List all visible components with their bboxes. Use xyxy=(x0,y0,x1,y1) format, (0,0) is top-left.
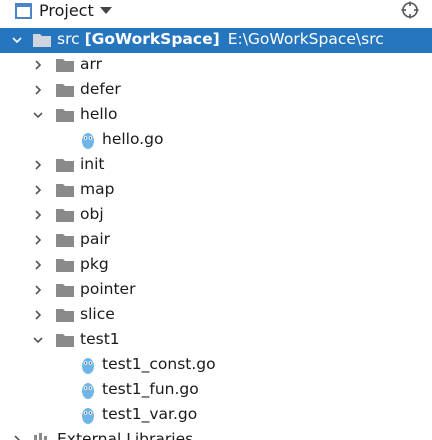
folder-icon xyxy=(56,159,74,172)
chevron-down-icon[interactable] xyxy=(100,7,112,14)
folder-icon xyxy=(56,84,74,97)
folder-icon xyxy=(56,209,74,222)
tree-item-src-root[interactable]: src [GoWorkSpace] E:\GoWorkSpace\src xyxy=(0,28,432,53)
tree-item-pair[interactable]: pair xyxy=(0,228,432,253)
go-gopher-file-icon xyxy=(82,358,94,374)
go-gopher-file-icon xyxy=(82,408,94,424)
chevron-right-icon[interactable] xyxy=(32,284,44,296)
chevron-right-icon[interactable] xyxy=(11,434,23,440)
tree-item-label: test1_const.go xyxy=(102,355,216,373)
tree-item-label: map xyxy=(80,180,115,198)
folder-icon xyxy=(56,234,74,247)
tree-item-label: test1_var.go xyxy=(102,405,198,423)
crosshair-gear-icon[interactable] xyxy=(401,1,419,19)
tree-item-label: pointer xyxy=(80,280,136,298)
tree-item-pkg[interactable]: pkg xyxy=(0,253,432,278)
project-tool-window-header: Project xyxy=(0,0,432,24)
tree-item-label: init xyxy=(80,155,105,173)
folder-icon xyxy=(56,184,74,197)
tree-item-pointer[interactable]: pointer xyxy=(0,278,432,303)
tree-item-test1-var-go[interactable]: test1_var.go xyxy=(0,403,432,428)
folder-icon xyxy=(56,109,74,122)
go-gopher-file-icon xyxy=(82,383,94,399)
chevron-right-icon[interactable] xyxy=(32,84,44,96)
folder-path: E:\GoWorkSpace\src xyxy=(227,30,384,48)
tree-item-arr[interactable]: arr xyxy=(0,53,432,78)
chevron-down-icon[interactable] xyxy=(11,34,23,46)
tree-item-defer[interactable]: defer xyxy=(0,78,432,103)
external-libraries-icon xyxy=(34,433,47,440)
module-name: [GoWorkSpace] xyxy=(84,30,220,48)
project-window-icon xyxy=(15,3,32,19)
chevron-right-icon[interactable] xyxy=(32,309,44,321)
chevron-right-icon[interactable] xyxy=(32,209,44,221)
tree-item-test1-const-go[interactable]: test1_const.go xyxy=(0,353,432,378)
chevron-right-icon[interactable] xyxy=(32,59,44,71)
chevron-right-icon[interactable] xyxy=(32,159,44,171)
folder-icon xyxy=(56,309,74,322)
folder-icon xyxy=(56,259,74,272)
chevron-down-icon[interactable] xyxy=(32,334,44,346)
tree-item-external-libraries[interactable]: External Libraries xyxy=(0,428,432,440)
tree-item-label: External Libraries xyxy=(57,430,194,440)
tree-item-label: defer xyxy=(80,80,121,98)
tree-item-test1[interactable]: test1 xyxy=(0,328,432,353)
tree-item-label: slice xyxy=(80,305,115,323)
project-view-title[interactable]: Project xyxy=(39,1,94,20)
folder-icon xyxy=(56,334,74,347)
tree-item-test1-fun-go[interactable]: test1_fun.go xyxy=(0,378,432,403)
tree-item-slice[interactable]: slice xyxy=(0,303,432,328)
chevron-down-icon[interactable] xyxy=(32,109,44,121)
tree-item-hello[interactable]: hello xyxy=(0,103,432,128)
tree-item-label: test1_fun.go xyxy=(102,380,199,398)
go-gopher-file-icon xyxy=(82,133,94,149)
tree-item-label: test1 xyxy=(80,330,120,348)
tree-item-label: hello xyxy=(80,105,118,123)
tree-item-label: src [GoWorkSpace] E:\GoWorkSpace\src xyxy=(57,30,384,48)
tree-item-label: arr xyxy=(80,55,102,73)
tree-item-init[interactable]: init xyxy=(0,153,432,178)
chevron-right-icon[interactable] xyxy=(32,234,44,246)
folder-icon xyxy=(56,59,74,72)
tree-item-obj[interactable]: obj xyxy=(0,203,432,228)
chevron-right-icon[interactable] xyxy=(32,184,44,196)
tree-item-label: pkg xyxy=(80,255,109,273)
folder-icon xyxy=(33,34,51,47)
tree-item-map[interactable]: map xyxy=(0,178,432,203)
tree-item-label: pair xyxy=(80,230,111,248)
tree-item-hello-go[interactable]: hello.go xyxy=(0,128,432,153)
tree-item-label: hello.go xyxy=(102,130,164,148)
folder-icon xyxy=(56,284,74,297)
tree-item-label: obj xyxy=(80,205,104,223)
folder-name: src xyxy=(57,30,80,48)
chevron-right-icon[interactable] xyxy=(32,259,44,271)
